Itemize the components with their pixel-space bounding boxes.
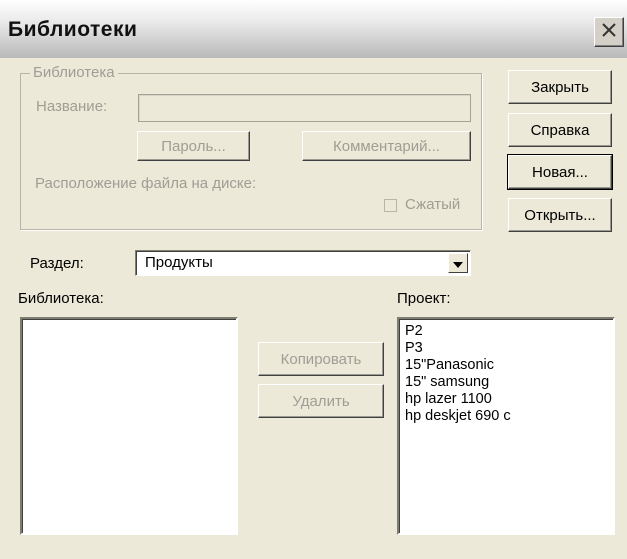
new-button[interactable]: Новая... bbox=[507, 154, 613, 190]
project-item[interactable]: 15" samsung bbox=[405, 374, 607, 391]
file-location-label: Расположение файла на диске: bbox=[35, 175, 257, 192]
project-item[interactable]: 15"Panasonic bbox=[405, 357, 607, 374]
delete-button[interactable]: Удалить bbox=[258, 384, 384, 418]
library-list-label: Библиотека: bbox=[18, 290, 104, 307]
close-icon bbox=[601, 22, 617, 42]
open-button[interactable]: Открыть... bbox=[508, 198, 612, 232]
project-item[interactable]: P2 bbox=[405, 323, 607, 340]
project-listbox[interactable]: P2 P3 15"Panasonic 15" samsung hp lazer … bbox=[397, 317, 615, 535]
project-item[interactable]: hp lazer 1100 bbox=[405, 391, 607, 408]
project-item[interactable]: P3 bbox=[405, 340, 607, 357]
library-listbox[interactable] bbox=[20, 317, 238, 535]
close-button[interactable]: Закрыть bbox=[508, 70, 612, 104]
window-title: Библиотеки bbox=[8, 18, 138, 41]
close-window-button[interactable] bbox=[594, 17, 624, 47]
project-item[interactable]: hp deskjet 690 c bbox=[405, 408, 607, 425]
section-select[interactable]: Продукты bbox=[135, 250, 471, 276]
library-group-legend: Библиотека bbox=[30, 64, 118, 81]
chevron-down-icon bbox=[453, 255, 463, 272]
project-list-label: Проект: bbox=[397, 290, 451, 307]
section-label: Раздел: bbox=[30, 255, 84, 272]
section-dropdown-button[interactable] bbox=[448, 253, 468, 273]
comment-button[interactable]: Комментарий... bbox=[302, 131, 471, 161]
copy-button[interactable]: Копировать bbox=[258, 342, 384, 376]
password-button[interactable]: Пароль... bbox=[137, 131, 250, 161]
compressed-checkbox[interactable] bbox=[384, 199, 397, 212]
help-button[interactable]: Справка bbox=[508, 113, 612, 147]
name-input[interactable] bbox=[138, 94, 471, 122]
section-selected-value: Продукты bbox=[145, 254, 213, 271]
compressed-label: Сжатый bbox=[405, 196, 461, 213]
name-label: Название: bbox=[36, 98, 108, 115]
